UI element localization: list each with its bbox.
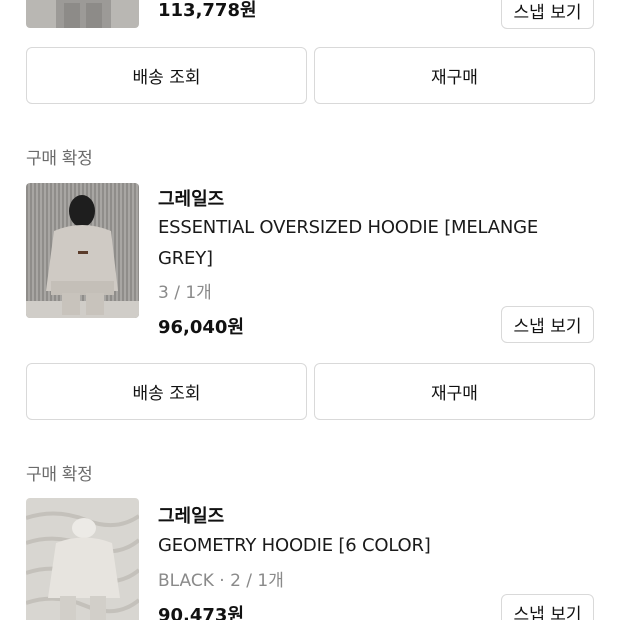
product-photo-hoodie-grey — [26, 0, 139, 28]
product-option: 3 / 1개 — [158, 283, 212, 303]
snap-view-button[interactable]: 스냅 보기 — [501, 306, 594, 343]
price: 113,778원 — [158, 0, 257, 21]
product-option: BLACK · 2 / 1개 — [158, 571, 284, 591]
order-status: 구매 확정 — [26, 149, 93, 169]
product-image[interactable] — [26, 498, 139, 620]
order-status: 구매 확정 — [26, 465, 93, 485]
price: 90,473원 — [158, 605, 245, 620]
delivery-tracking-button[interactable]: 배송 조회 — [26, 363, 307, 420]
snap-view-button[interactable]: 스냅 보기 — [501, 0, 594, 29]
snap-view-button[interactable]: 스냅 보기 — [501, 594, 594, 620]
delivery-tracking-button[interactable]: 배송 조회 — [26, 47, 307, 104]
brand-name: 그레일즈 — [158, 189, 225, 210]
product-photo-hoodie-melange — [26, 183, 139, 318]
reorder-button[interactable]: 재구매 — [314, 363, 595, 420]
product-image[interactable] — [26, 183, 139, 318]
product-photo-geometry-hoodie — [26, 498, 139, 620]
reorder-button[interactable]: 재구매 — [314, 47, 595, 104]
product-name[interactable]: GEOMETRY HOODIE [6 COLOR] — [158, 530, 578, 561]
price: 96,040원 — [158, 317, 245, 338]
product-image[interactable] — [26, 0, 139, 28]
brand-name: 그레일즈 — [158, 506, 225, 527]
product-name[interactable]: ESSENTIAL OVERSIZED HOODIE [MELANGE GREY… — [158, 212, 578, 274]
